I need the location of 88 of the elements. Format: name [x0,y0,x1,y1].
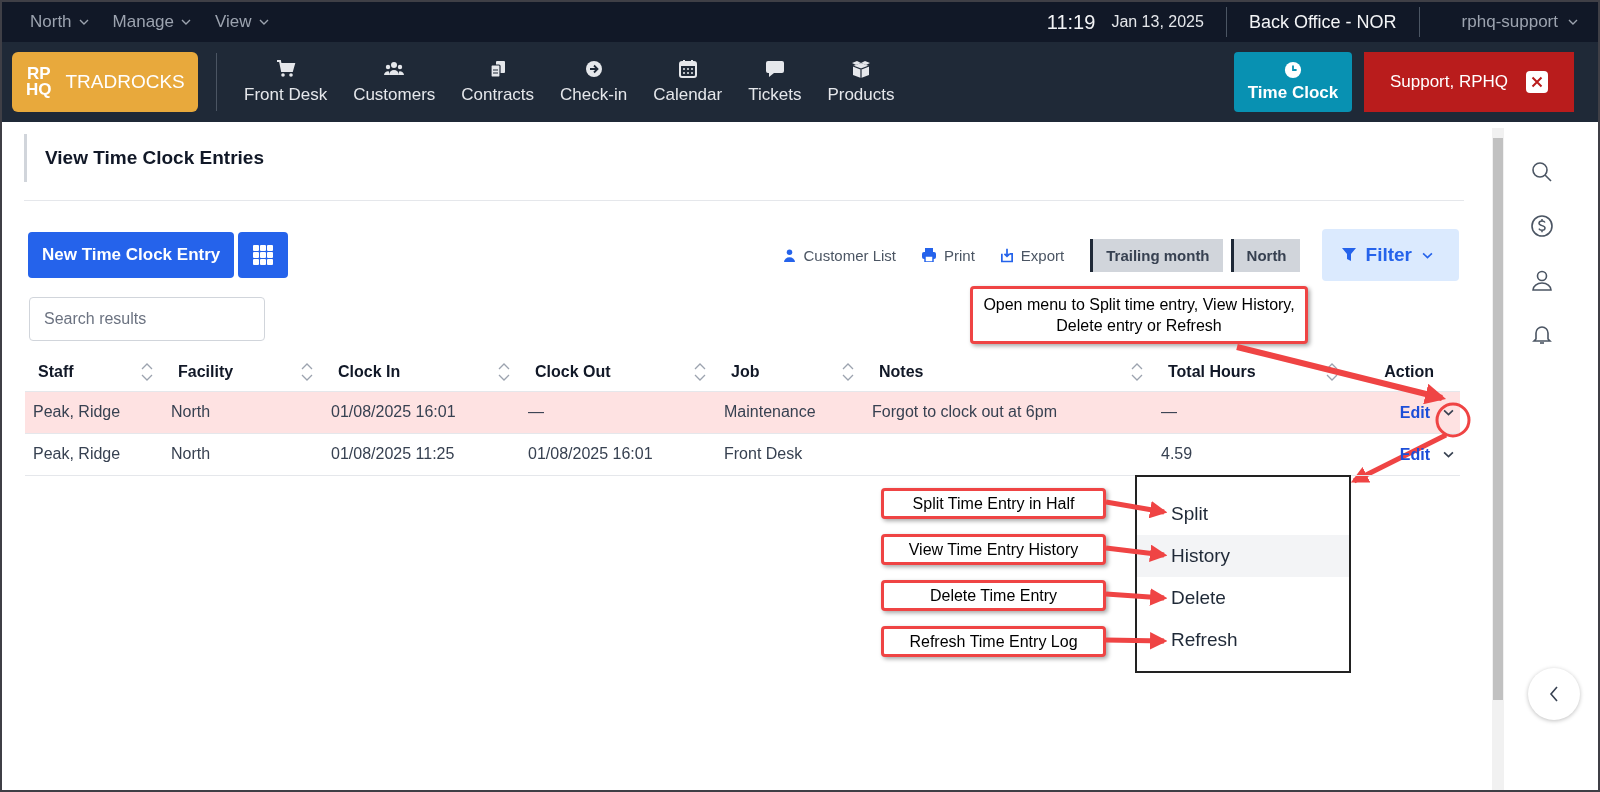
top-menu[interactable]: View [215,12,269,32]
person-icon [784,248,796,262]
annotation-callout: Split Time Entry in Half [881,488,1106,519]
nav-item[interactable]: Customers [353,59,436,105]
table-cell: Peak, Ridge [33,445,121,462]
toolbar-link[interactable]: Export [1000,246,1065,264]
close-icon[interactable] [1526,71,1549,93]
table-cell: 01/08/2025 16:01 [331,403,456,420]
column-header: Job [731,362,760,381]
annotation-arrow [1105,544,1168,562]
menu-item[interactable]: Refresh [1137,619,1349,661]
scrollbar[interactable] [1492,128,1504,790]
dollar-circle-icon[interactable] [1530,214,1554,238]
clock-icon [1284,61,1302,79]
support-session-button[interactable]: Support, RPHQ [1364,52,1574,112]
nav-item[interactable]: Calendar [653,59,723,105]
calendar-icon [677,59,698,79]
filter-button[interactable]: Filter [1321,229,1459,281]
nav-item[interactable]: Front Desk [244,59,328,105]
column-header: Action [1384,362,1434,381]
table-cell: 01/08/2025 11:25 [331,445,455,462]
new-entry-button[interactable]: New Time Clock Entry [28,232,235,278]
menu-item[interactable]: Split [1137,493,1349,535]
funnel-icon [1341,248,1356,262]
top-menu[interactable]: North [30,12,89,32]
user-menu[interactable]: rphq-support [1461,12,1578,32]
annotation-callout: Delete Time Entry [881,580,1106,611]
chevron-down-icon[interactable] [1443,451,1454,458]
filter-tag: North [1230,238,1300,272]
column-header: Staff [38,362,74,381]
highlight-circle [1435,402,1471,438]
column-header: Facility [178,362,234,381]
annotation-callout: Open menu to Split time entry, View History, Delete entry or Refresh [970,286,1308,344]
table-cell: Front Desk [724,445,803,462]
nav-item[interactable]: Tickets [748,59,802,105]
chevron-down-icon [78,19,89,25]
edit-link[interactable]: Edit [1399,404,1430,421]
table-cell: North [171,403,211,420]
location-label: Back Office - NOR [1248,11,1397,33]
chevron-down-icon[interactable] [1443,409,1454,416]
speech-bubble-icon [764,59,785,79]
table-cell: 01/08/2025 16:01 [528,445,653,462]
table-cell: North [171,445,211,462]
annotation-arrow [1105,499,1168,519]
table-cell: 4.59 [1161,445,1193,462]
time-clock-button[interactable]: Time Clock [1234,52,1352,112]
table-cell: — [1161,403,1177,420]
toolbar-link[interactable]: Print [922,246,975,264]
page-title: View Time Clock Entries [45,147,264,169]
clock-date: Jan 13, 2025 [1111,13,1204,31]
cart-icon [275,59,296,79]
column-header: Clock In [338,362,401,381]
chevron-down-icon [258,19,269,25]
column-header: Total Hours [1168,362,1256,381]
table-cell: Forgot to clock out at 6pm [872,403,1057,420]
chevron-down-icon [1568,19,1578,25]
table-cell: Maintenance [724,403,816,420]
nav-item[interactable]: Check-in [560,59,628,105]
menu-item[interactable]: Delete [1137,577,1349,619]
chevron-down-icon [181,19,191,25]
menu-item[interactable]: History [1137,535,1349,577]
column-header: Clock Out [535,362,611,381]
annotation-callout: Refresh Time Entry Log [881,626,1106,657]
search-field[interactable]: Search results [29,297,265,341]
chevron-down-icon [1422,251,1433,259]
grid-icon [253,245,274,265]
grid-view-button[interactable] [238,232,289,278]
filter-tag: Trailing month [1090,238,1223,272]
download-icon [1000,247,1013,263]
arrow-circle-icon [583,59,604,79]
annotation-arrow [1105,632,1168,650]
person-icon[interactable] [1530,268,1554,292]
table-cell: — [528,403,544,420]
clock-time: 11:19 [1046,10,1096,34]
annotation-callout: View Time Entry History [881,534,1106,565]
logo-text: TRADROCKS [65,71,185,93]
annotation-arrow [1105,588,1168,606]
chevron-left-icon [1549,686,1559,702]
logo-mark: RP HQ [26,66,52,98]
search-icon[interactable] [1530,160,1554,184]
nav-item[interactable]: Products [827,59,895,105]
printer-icon [922,248,936,262]
toolbar-link[interactable]: Customer List [784,246,896,264]
table-cell: Peak, Ridge [33,403,121,420]
nav-item[interactable]: Contracts [461,59,535,105]
column-header: Notes [879,362,924,381]
box-icon [850,59,871,79]
top-menu[interactable]: Manage [112,12,191,32]
